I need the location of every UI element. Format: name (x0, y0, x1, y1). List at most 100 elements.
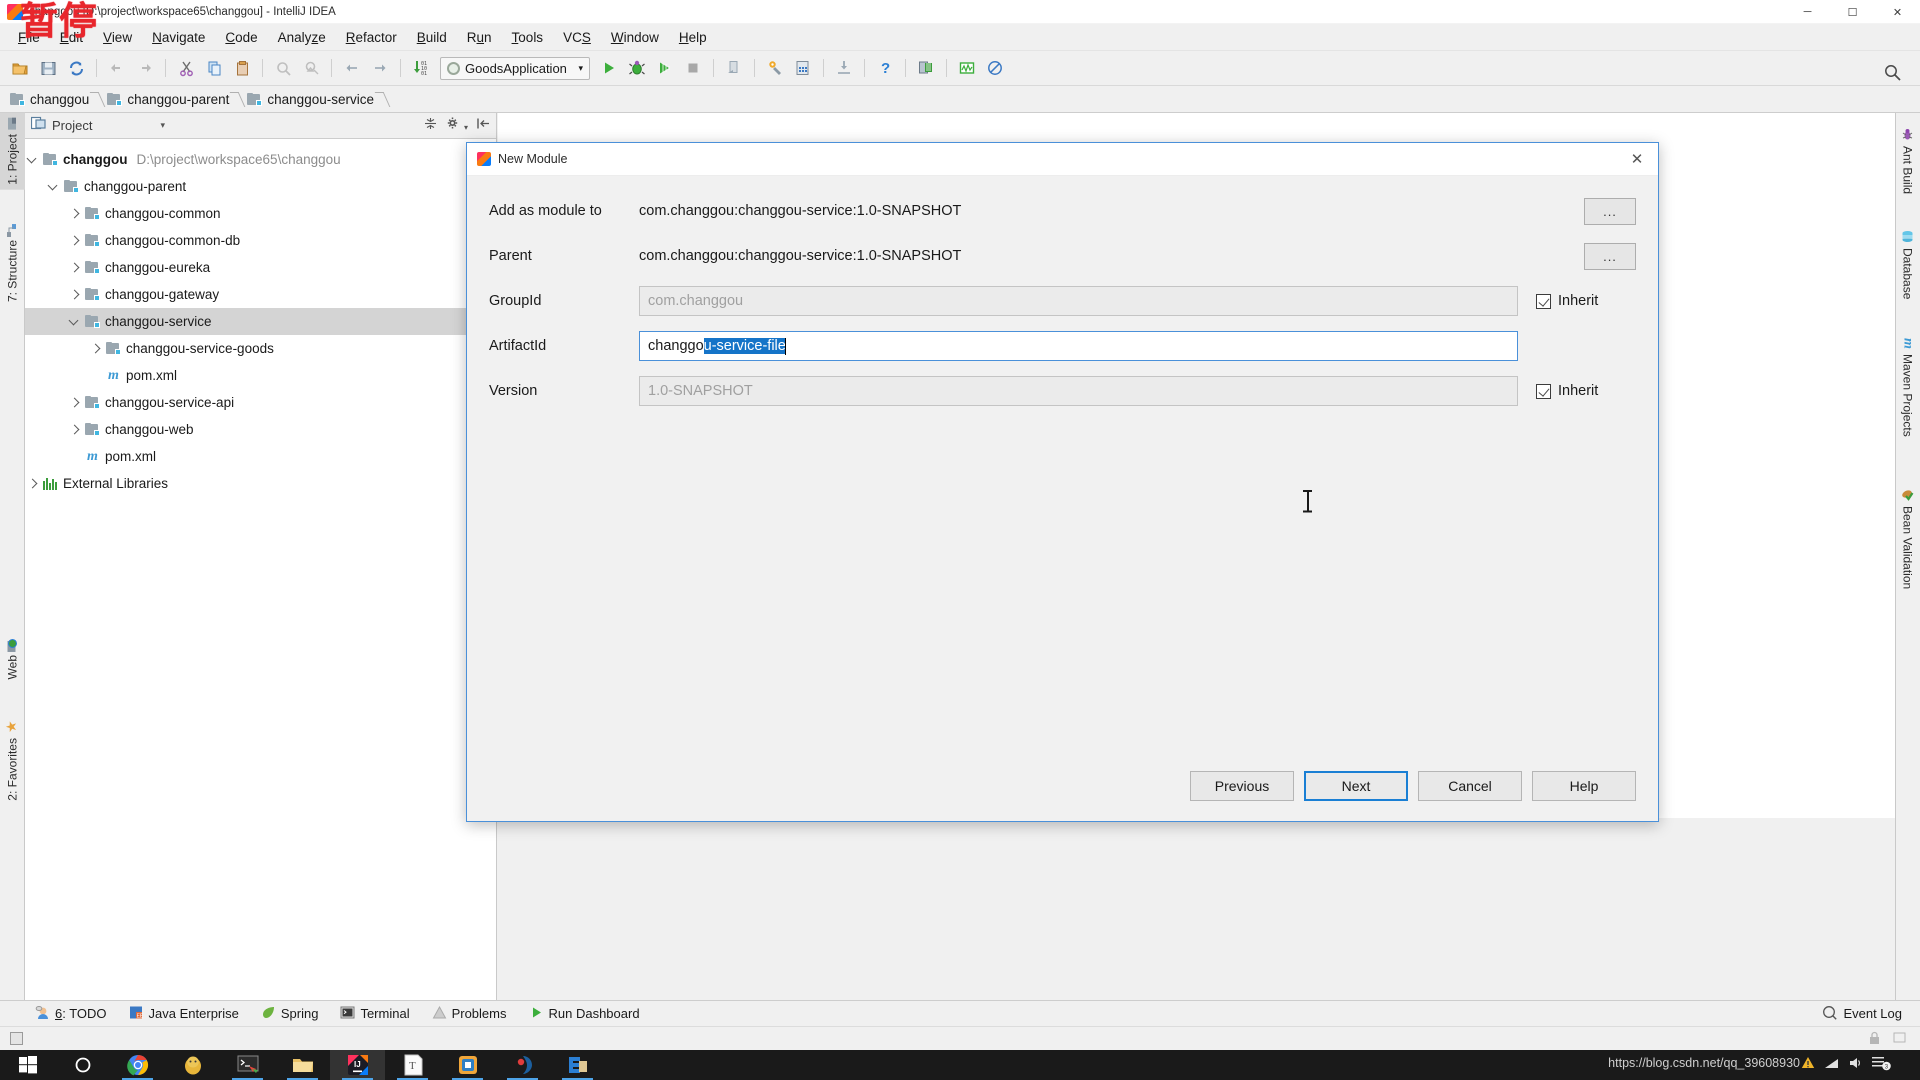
close-button[interactable]: ✕ (1875, 0, 1920, 24)
settings-gear-icon[interactable]: ▾ (446, 116, 468, 135)
replace-icon[interactable] (298, 55, 324, 81)
forward-icon[interactable] (367, 55, 393, 81)
sync-refresh-icon[interactable] (63, 55, 89, 81)
lock-icon[interactable] (1868, 1031, 1881, 1050)
tree-row[interactable]: changgou-service-goods (25, 335, 496, 362)
save-all-icon[interactable] (35, 55, 61, 81)
help-icon[interactable]: ? (872, 55, 898, 81)
artifact-id-input[interactable]: changgo u-service-file (639, 331, 1518, 361)
tree-row[interactable]: changgou-common-db (25, 227, 496, 254)
typora-icon[interactable]: T (385, 1050, 440, 1080)
network-icon[interactable] (1824, 1056, 1839, 1075)
file-explorer-icon[interactable] (275, 1050, 330, 1080)
previous-button[interactable]: Previous (1190, 771, 1294, 801)
sidebar-item-web[interactable]: Web (0, 633, 25, 684)
project-tree[interactable]: changgou D:\project\workspace65\changgou c… (25, 139, 496, 497)
cut-icon[interactable] (173, 55, 199, 81)
dialog-close-icon[interactable]: ✕ (1616, 143, 1658, 176)
tree-row[interactable]: changgou-service-api (25, 389, 496, 416)
group-id-input[interactable]: com.changgou (639, 286, 1518, 316)
tree-row[interactable]: changgou-web (25, 416, 496, 443)
bottom-bar-item-todo[interactable]: 6: TODO (35, 1005, 107, 1023)
sidebar-item-maven-projects[interactable]: m Maven Projects (1895, 333, 1920, 442)
version-input[interactable]: 1.0-SNAPSHOT (639, 376, 1518, 406)
breadcrumb-item-changgou-parent[interactable]: changgou-parent (107, 92, 229, 107)
help-button[interactable]: Help (1532, 771, 1636, 801)
cancel-button[interactable]: Cancel (1418, 771, 1522, 801)
navicat-icon[interactable] (495, 1050, 550, 1080)
cortana-search-icon[interactable] (55, 1050, 110, 1080)
notification-count-icon[interactable]: 3 (1872, 1055, 1892, 1076)
cmder-icon[interactable] (220, 1050, 275, 1080)
settings-wrench-icon[interactable] (762, 55, 788, 81)
qq-icon[interactable] (165, 1050, 220, 1080)
tree-row[interactable]: External Libraries (25, 470, 496, 497)
menu-item-navigate[interactable]: Navigate (142, 27, 215, 48)
sidebar-item-database[interactable]: Database (1895, 225, 1920, 304)
menu-item-view[interactable]: View (93, 27, 142, 48)
chevron-right-icon[interactable] (67, 206, 83, 222)
bottom-bar-item-terminal[interactable]: Terminal (340, 1005, 410, 1023)
menu-item-analyze[interactable]: Analyze (268, 27, 336, 48)
intellij-idea-icon[interactable]: IJ (330, 1050, 385, 1080)
paste-icon[interactable] (229, 55, 255, 81)
no-access-icon[interactable] (982, 55, 1008, 81)
bottom-bar-item-spring[interactable]: Spring (261, 1005, 318, 1023)
chevron-down-icon[interactable] (46, 179, 62, 195)
tree-row[interactable]: changgou-service (25, 308, 496, 335)
tree-row[interactable]: changgou-common (25, 200, 496, 227)
open-folder-icon[interactable] (7, 55, 33, 81)
exit-icon[interactable] (721, 55, 747, 81)
sidebar-item-structure[interactable]: 7: Structure (0, 219, 25, 307)
tree-row[interactable]: changgou-parent (25, 173, 496, 200)
chevron-right-icon[interactable] (67, 260, 83, 276)
chevron-right-icon[interactable] (67, 422, 83, 438)
undo-icon[interactable] (104, 55, 130, 81)
tree-row[interactable]: changgou-gateway (25, 281, 496, 308)
compile-icon[interactable]: 01 10 01 (408, 55, 434, 81)
sidebar-item-favorites[interactable]: 2: Favorites ★ (0, 713, 25, 806)
chevron-right-icon[interactable] (67, 287, 83, 303)
chrome-icon[interactable] (110, 1050, 165, 1080)
bottom-bar-item-problems[interactable]: Problems (432, 1005, 507, 1023)
chevron-down-icon[interactable] (25, 152, 41, 168)
menu-item-tools[interactable]: Tools (502, 27, 554, 48)
parent-browse-button[interactable]: ... (1584, 242, 1636, 270)
build-project-icon[interactable] (790, 55, 816, 81)
maximize-button[interactable]: ☐ (1830, 0, 1875, 24)
add-as-module-to-browse-button[interactable]: ... (1584, 197, 1636, 225)
copy-icon[interactable] (201, 55, 227, 81)
bottom-bar-item-java-enterprise[interactable]: EE Java Enterprise (129, 1005, 239, 1023)
run-coverage-icon[interactable] (652, 55, 678, 81)
stop-icon[interactable] (680, 55, 706, 81)
volume-icon[interactable] (1848, 1056, 1863, 1075)
next-button[interactable]: Next (1304, 771, 1408, 801)
chevron-right-icon[interactable] (67, 395, 83, 411)
memory-indicator-icon[interactable] (1893, 1031, 1906, 1050)
warning-icon[interactable] (1801, 1056, 1815, 1075)
chevron-down-icon[interactable] (67, 314, 83, 330)
version-inherit-checkbox[interactable]: Inherit (1536, 383, 1636, 399)
menu-item-build[interactable]: Build (407, 27, 457, 48)
menu-item-window[interactable]: Window (601, 27, 669, 48)
chevron-right-icon[interactable] (88, 341, 104, 357)
bottom-bar-item-run-dashboard[interactable]: Run Dashboard (529, 1005, 640, 1023)
chevron-down-icon[interactable]: ▾ (160, 120, 165, 131)
search-everywhere-icon[interactable] (1879, 59, 1905, 85)
hide-panel-icon[interactable] (477, 117, 490, 135)
breadcrumb-item-changgou-service[interactable]: changgou-service (247, 92, 374, 107)
sidebar-item-bean-validation[interactable]: Bean Validation (1895, 483, 1920, 594)
tree-row[interactable]: changgou-eureka (25, 254, 496, 281)
debug-icon[interactable] (624, 55, 650, 81)
menu-item-code[interactable]: Code (215, 27, 267, 48)
windows-start-icon[interactable] (0, 1050, 55, 1080)
menu-item-run[interactable]: Run (457, 27, 502, 48)
group-id-inherit-checkbox[interactable]: Inherit (1536, 293, 1636, 309)
collapse-all-icon[interactable] (424, 117, 437, 135)
breadcrumb-item-changgou[interactable]: changgou (10, 92, 89, 107)
menu-item-file[interactable]: File (8, 27, 50, 48)
xshell-icon[interactable] (440, 1050, 495, 1080)
profiler-icon[interactable] (954, 55, 980, 81)
tree-row[interactable]: m pom.xml (25, 443, 496, 470)
run-icon[interactable] (596, 55, 622, 81)
